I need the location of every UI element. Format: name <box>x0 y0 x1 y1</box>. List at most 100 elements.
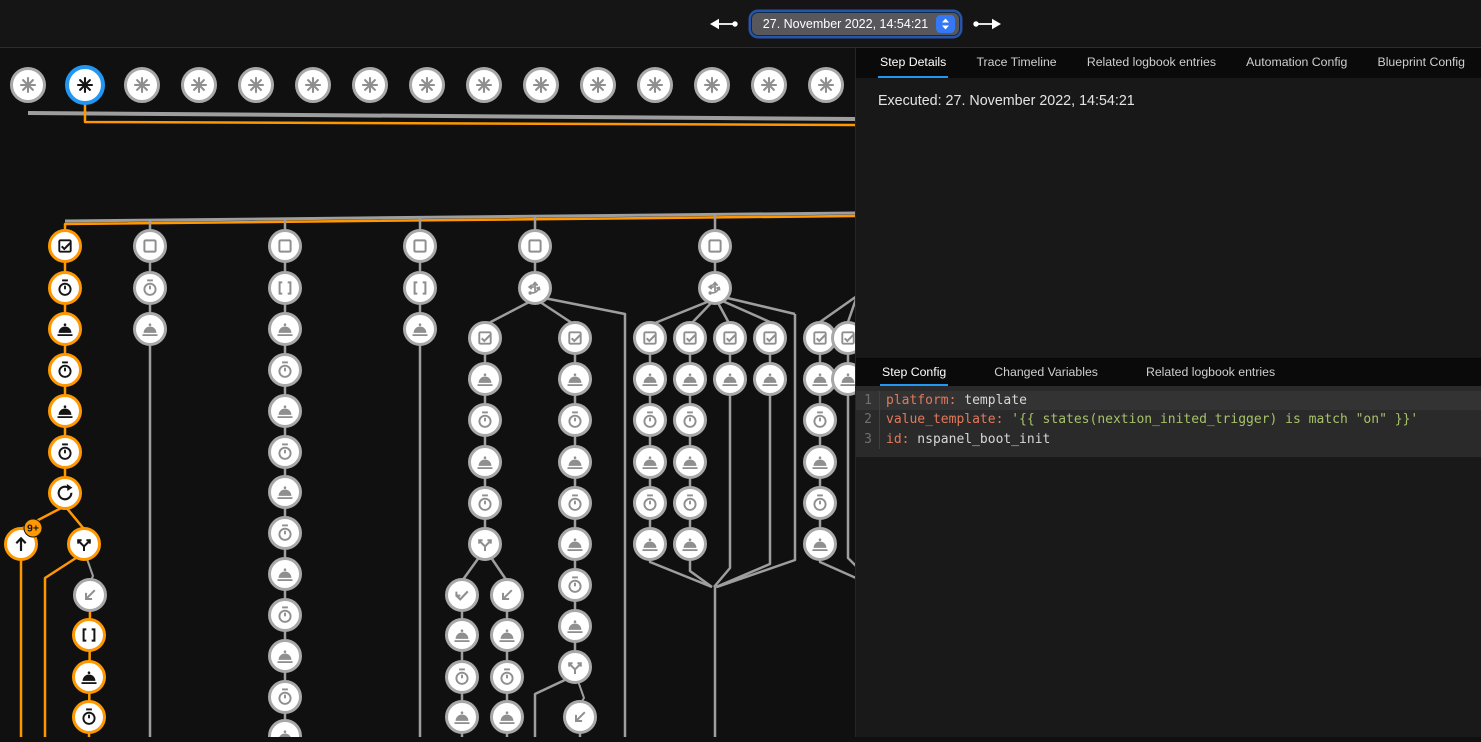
graph-node-trigger-icon[interactable] <box>411 69 444 102</box>
next-trace-button[interactable] <box>972 17 1002 31</box>
graph-node-trigger-icon[interactable] <box>297 69 330 102</box>
graph-node-trigger-icon[interactable] <box>753 69 786 102</box>
graph-node-condition-check-icon[interactable] <box>560 323 591 354</box>
graph-node-chosen-check-arrow-icon[interactable] <box>447 580 478 611</box>
tab-blueprint-config[interactable]: Blueprint Config <box>1376 48 1468 78</box>
graph-node-service-call-icon[interactable] <box>270 559 301 590</box>
graph-node-service-call-icon[interactable] <box>270 641 301 672</box>
graph-node-timer-icon[interactable] <box>675 488 706 519</box>
graph-node-checkbox-blank-icon[interactable] <box>270 231 301 262</box>
graph-node-checkbox-blank-icon[interactable] <box>405 231 436 262</box>
graph-node-timer-icon[interactable] <box>50 355 81 386</box>
graph-node-timer-icon[interactable] <box>270 600 301 631</box>
graph-node-service-call-icon[interactable] <box>470 364 501 395</box>
graph-node-service-call-icon[interactable] <box>492 702 523 733</box>
graph-node-trigger-icon[interactable] <box>639 69 672 102</box>
graph-node-service-call-icon[interactable] <box>50 396 81 427</box>
graph-node-timer-icon[interactable] <box>270 355 301 386</box>
graph-node-condition-check-icon[interactable] <box>715 323 746 354</box>
graph-node-arrow-bottom-left-icon[interactable] <box>492 580 523 611</box>
tab-step-config[interactable]: Step Config <box>880 359 948 386</box>
graph-node-trigger-icon[interactable] <box>240 69 273 102</box>
graph-node-timer-icon[interactable] <box>74 702 105 733</box>
graph-node-service-call-icon[interactable] <box>492 620 523 651</box>
graph-node-service-call-icon[interactable] <box>805 529 836 560</box>
graph-node-trigger-icon[interactable] <box>67 67 103 103</box>
graph-node-trigger-icon[interactable] <box>468 69 501 102</box>
graph-node-service-call-icon[interactable] <box>560 529 591 560</box>
graph-node-checkbox-blank-icon[interactable] <box>700 231 731 262</box>
graph-node-timer-icon[interactable] <box>560 570 591 601</box>
graph-node-call-split-icon[interactable] <box>470 529 501 560</box>
graph-node-condition-check-icon[interactable] <box>50 231 81 262</box>
graph-node-trigger-icon[interactable] <box>582 69 615 102</box>
graph-node-timer-icon[interactable] <box>135 273 166 304</box>
graph-node-condition-check-icon[interactable] <box>755 323 786 354</box>
graph-node-timer-icon[interactable] <box>805 405 836 436</box>
graph-node-arrow-bottom-left-icon[interactable] <box>75 580 106 611</box>
previous-trace-button[interactable] <box>709 17 739 31</box>
graph-node-timer-icon[interactable] <box>635 488 666 519</box>
graph-node-timer-icon[interactable] <box>560 405 591 436</box>
graph-node-condition-check-icon[interactable] <box>675 323 706 354</box>
graph-node-service-call-icon[interactable] <box>270 314 301 345</box>
graph-node-trigger-icon[interactable] <box>525 69 558 102</box>
graph-node-service-call-icon[interactable] <box>74 662 105 693</box>
graph-node-service-call-icon[interactable] <box>560 447 591 478</box>
graph-node-service-call-icon[interactable] <box>447 620 478 651</box>
graph-node-service-call-icon[interactable] <box>833 364 856 395</box>
graph-node-service-call-icon[interactable] <box>560 611 591 642</box>
graph-node-service-call-icon[interactable] <box>675 447 706 478</box>
graph-node-condition-check-icon[interactable] <box>805 323 836 354</box>
graph-node-timer-icon[interactable] <box>675 405 706 436</box>
graph-node-service-call-icon[interactable] <box>755 364 786 395</box>
graph-node-service-call-icon[interactable] <box>135 314 166 345</box>
automation-trace-graph[interactable]: 9+ <box>0 48 855 737</box>
graph-node-service-call-icon[interactable] <box>405 314 436 345</box>
graph-node-condition-check-icon[interactable] <box>833 323 856 354</box>
graph-node-brackets-icon[interactable] <box>405 273 436 304</box>
graph-node-trigger-icon[interactable] <box>810 69 843 102</box>
graph-node-timer-icon[interactable] <box>50 273 81 304</box>
graph-node-service-call-icon[interactable] <box>675 529 706 560</box>
graph-node-service-call-icon[interactable] <box>560 364 591 395</box>
graph-node-timer-icon[interactable] <box>50 437 81 468</box>
graph-node-timer-icon[interactable] <box>470 488 501 519</box>
tab-step-details[interactable]: Step Details <box>878 48 948 78</box>
graph-node-service-call-icon[interactable] <box>50 314 81 345</box>
tab-related-logbook-entries[interactable]: Related logbook entries <box>1085 48 1218 78</box>
graph-node-condition-check-icon[interactable] <box>470 323 501 354</box>
graph-node-service-call-icon[interactable] <box>715 364 746 395</box>
graph-node-choose-icon[interactable] <box>520 273 551 304</box>
graph-node-trigger-icon[interactable] <box>126 69 159 102</box>
graph-node-brackets-icon[interactable] <box>270 273 301 304</box>
graph-node-service-call-icon[interactable] <box>270 721 301 738</box>
graph-node-brackets-icon[interactable] <box>74 620 105 651</box>
graph-node-call-split-icon[interactable] <box>560 652 591 683</box>
tab-changed-variables[interactable]: Changed Variables <box>992 359 1100 386</box>
graph-node-timer-icon[interactable] <box>270 682 301 713</box>
graph-node-repeat-icon[interactable] <box>50 478 81 509</box>
graph-node-timer-icon[interactable] <box>560 488 591 519</box>
graph-node-condition-check-icon[interactable] <box>635 323 666 354</box>
graph-node-timer-icon[interactable] <box>470 405 501 436</box>
graph-node-trigger-icon[interactable] <box>12 69 45 102</box>
graph-node-timer-icon[interactable] <box>492 662 523 693</box>
graph-node-service-call-icon[interactable] <box>675 364 706 395</box>
graph-node-timer-icon[interactable] <box>447 662 478 693</box>
graph-node-service-call-icon[interactable] <box>635 529 666 560</box>
graph-node-service-call-icon[interactable] <box>470 447 501 478</box>
graph-node-timer-icon[interactable] <box>805 488 836 519</box>
graph-node-checkbox-blank-icon[interactable] <box>135 231 166 262</box>
graph-node-timer-icon[interactable] <box>270 437 301 468</box>
graph-node-call-split-icon[interactable] <box>69 529 100 560</box>
tab-related-logbook-entries[interactable]: Related logbook entries <box>1144 359 1277 386</box>
graph-node-service-call-icon[interactable] <box>270 396 301 427</box>
graph-node-service-call-icon[interactable] <box>805 447 836 478</box>
graph-node-trigger-icon[interactable] <box>183 69 216 102</box>
graph-node-timer-icon[interactable] <box>270 518 301 549</box>
graph-node-service-call-icon[interactable] <box>270 477 301 508</box>
graph-node-timer-icon[interactable] <box>635 405 666 436</box>
graph-node-service-call-icon[interactable] <box>805 364 836 395</box>
graph-node-checkbox-blank-icon[interactable] <box>520 231 551 262</box>
